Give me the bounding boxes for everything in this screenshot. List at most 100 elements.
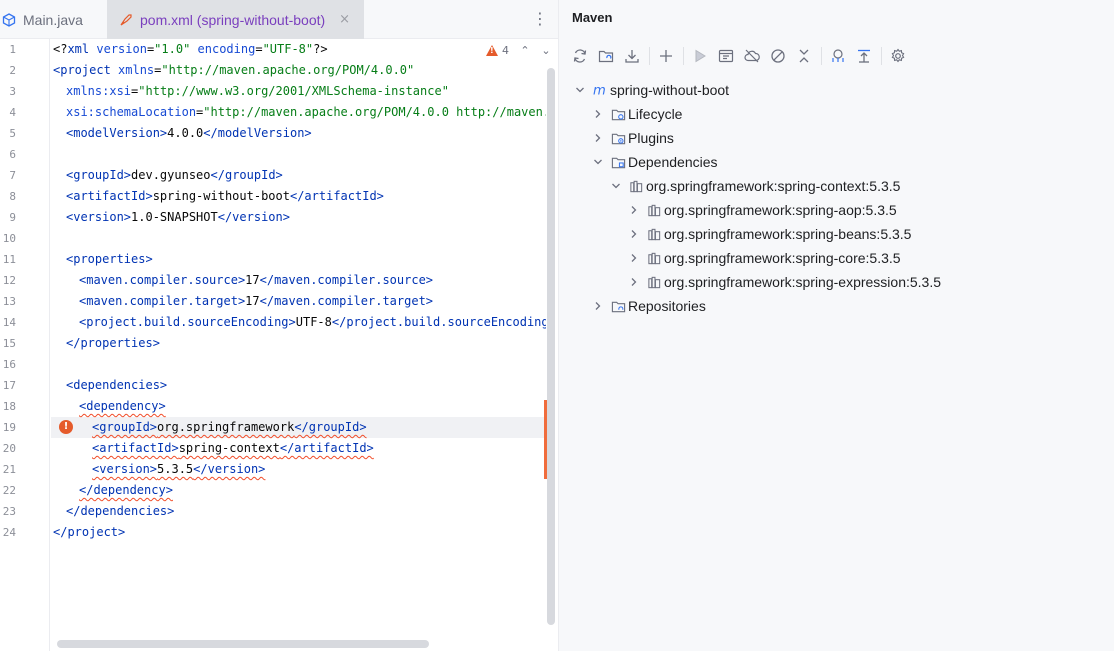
chevron-down-icon[interactable] <box>610 180 622 192</box>
code-line: </project> <box>53 522 125 543</box>
tree-node-plugins[interactable]: Plugins <box>592 126 674 150</box>
code-token: <properties> <box>66 252 153 266</box>
tree-node-dependency[interactable]: org.springframework:spring-aop:5.3.5 <box>628 198 897 222</box>
code-token: encoding <box>190 42 256 56</box>
code-line: <dependency> <box>79 396 166 417</box>
tree-node-repositories[interactable]: Repositories <box>592 294 706 318</box>
code-line: </dependencies> <box>66 501 174 522</box>
offline-mode-icon[interactable] <box>741 45 763 67</box>
code-line: </properties> <box>66 333 160 354</box>
inspection-widget[interactable]: 4 <box>486 44 509 57</box>
chevron-right-icon[interactable] <box>592 108 604 120</box>
line-number: 6 <box>9 148 16 161</box>
tab-label: Main.java <box>23 11 83 28</box>
code-token: UTF-8 <box>295 315 332 329</box>
line-number: 7 <box>9 169 16 182</box>
chevron-down-icon[interactable] <box>574 84 586 96</box>
show-dependencies-icon[interactable] <box>853 45 875 67</box>
tree-node-dependency[interactable]: org.springframework:spring-expression:5.… <box>628 270 941 294</box>
code-line: <version>1.0-SNAPSHOT</version> <box>66 207 290 228</box>
code-token: xml <box>67 42 90 56</box>
line-number: 2 <box>9 64 16 77</box>
settings-icon[interactable] <box>887 45 909 67</box>
tab-main-java[interactable]: Main.java <box>0 0 106 39</box>
code-editor[interactable]: <?xml version="1.0" encoding="UTF-8"?> <… <box>51 39 546 639</box>
code-line: <artifactId>spring-context</artifactId> <box>92 438 374 459</box>
code-token: </artifactId> <box>279 441 374 455</box>
toolbar-separator <box>881 47 882 65</box>
execute-goal-icon[interactable] <box>715 45 737 67</box>
chevron-right-icon[interactable] <box>628 228 640 240</box>
code-token: </maven.compiler.source> <box>259 273 434 287</box>
tree-node-label: spring-without-boot <box>610 82 730 98</box>
line-number: 22 <box>2 484 16 497</box>
next-highlight-icon[interactable]: ⌄ <box>540 44 552 58</box>
code-token: <project.build.sourceEncoding> <box>79 315 296 329</box>
code-token: <? <box>53 42 68 56</box>
plus-icon[interactable] <box>655 45 677 67</box>
code-token: </modelVersion> <box>203 126 312 140</box>
tree-node-dependency[interactable]: org.springframework:spring-beans:5.3.5 <box>628 222 911 246</box>
chevron-right-icon[interactable] <box>628 204 640 216</box>
collapse-all-icon[interactable] <box>793 45 815 67</box>
chevron-right-icon[interactable] <box>592 132 604 144</box>
reload-icon[interactable] <box>569 45 591 67</box>
line-number: 21 <box>2 463 16 476</box>
library-icon <box>646 274 662 290</box>
code-line: <modelVersion>4.0.0</modelVersion> <box>66 123 312 144</box>
java-class-icon <box>2 12 16 27</box>
horizontal-scrollbar[interactable] <box>57 640 429 648</box>
line-number-gutter: 1 2 3 4 5 6 7 8 9 10 11 12 13 14 15 16 1… <box>0 39 50 651</box>
previous-highlight-icon[interactable]: ⌃ <box>519 44 531 58</box>
code-line: <project xmlns="http://maven.apache.org/… <box>53 60 414 81</box>
vertical-scrollbar[interactable] <box>547 68 555 625</box>
code-line: <maven.compiler.target>17</maven.compile… <box>79 291 433 312</box>
chevron-right-icon[interactable] <box>628 252 640 264</box>
code-line: <groupId>dev.gyunseo</groupId> <box>66 165 283 186</box>
library-icon <box>646 250 662 266</box>
code-line: xmlns:xsi="http://www.w3.org/2001/XMLSch… <box>66 81 449 102</box>
code-token: "UTF-8" <box>262 42 314 56</box>
line-number: 17 <box>2 379 16 392</box>
tree-node-dependency[interactable]: org.springframework:spring-context:5.3.5 <box>610 174 900 198</box>
editor-pane: Main.java pom.xml (spring-without-boot) … <box>0 0 558 651</box>
line-number: 1 <box>9 43 16 56</box>
code-token: <artifactId> <box>66 189 153 203</box>
code-token: <dependencies> <box>66 378 168 392</box>
line-number: 11 <box>2 253 16 266</box>
line-number: 4 <box>9 106 16 119</box>
chevron-down-icon[interactable] <box>592 156 604 168</box>
add-maven-project-icon[interactable] <box>595 45 617 67</box>
svg-text:m: m <box>593 83 606 98</box>
repositories-folder-icon <box>610 298 626 314</box>
line-number: 24 <box>2 526 16 539</box>
tab-pom-xml[interactable]: pom.xml (spring-without-boot) × <box>107 0 364 39</box>
code-token: 17 <box>245 294 260 308</box>
code-token: <modelVersion> <box>66 126 168 140</box>
code-token: 5.3.5 <box>157 462 194 476</box>
code-token: xsi:schemaLocation <box>66 105 197 119</box>
code-token: <version> <box>66 210 132 224</box>
tree-node-label: Dependencies <box>628 154 718 170</box>
run-icon[interactable] <box>689 45 711 67</box>
code-token: version <box>89 42 147 56</box>
close-icon[interactable]: × <box>339 12 350 27</box>
download-icon[interactable] <box>621 45 643 67</box>
code-token: 17 <box>245 273 260 287</box>
code-line: <properties> <box>66 249 153 270</box>
tree-node-lifecycle[interactable]: Lifecycle <box>592 102 682 126</box>
line-number: 20 <box>2 442 16 455</box>
tree-node-project[interactable]: m spring-without-boot <box>574 78 729 102</box>
tree-node-dependencies[interactable]: Dependencies <box>592 150 718 174</box>
tree-node-dependency[interactable]: org.springframework:spring-core:5.3.5 <box>628 246 901 270</box>
chevron-right-icon[interactable] <box>628 276 640 288</box>
library-icon <box>628 178 644 194</box>
library-icon <box>646 202 662 218</box>
line-number: 14 <box>2 316 16 329</box>
more-tabs-icon[interactable]: ⋮ <box>532 10 548 28</box>
maven-project-icon: m <box>592 82 608 98</box>
code-token: <maven.compiler.source> <box>79 273 246 287</box>
chevron-right-icon[interactable] <box>592 300 604 312</box>
analyze-dependencies-icon[interactable] <box>827 45 849 67</box>
skip-tests-icon[interactable] <box>767 45 789 67</box>
